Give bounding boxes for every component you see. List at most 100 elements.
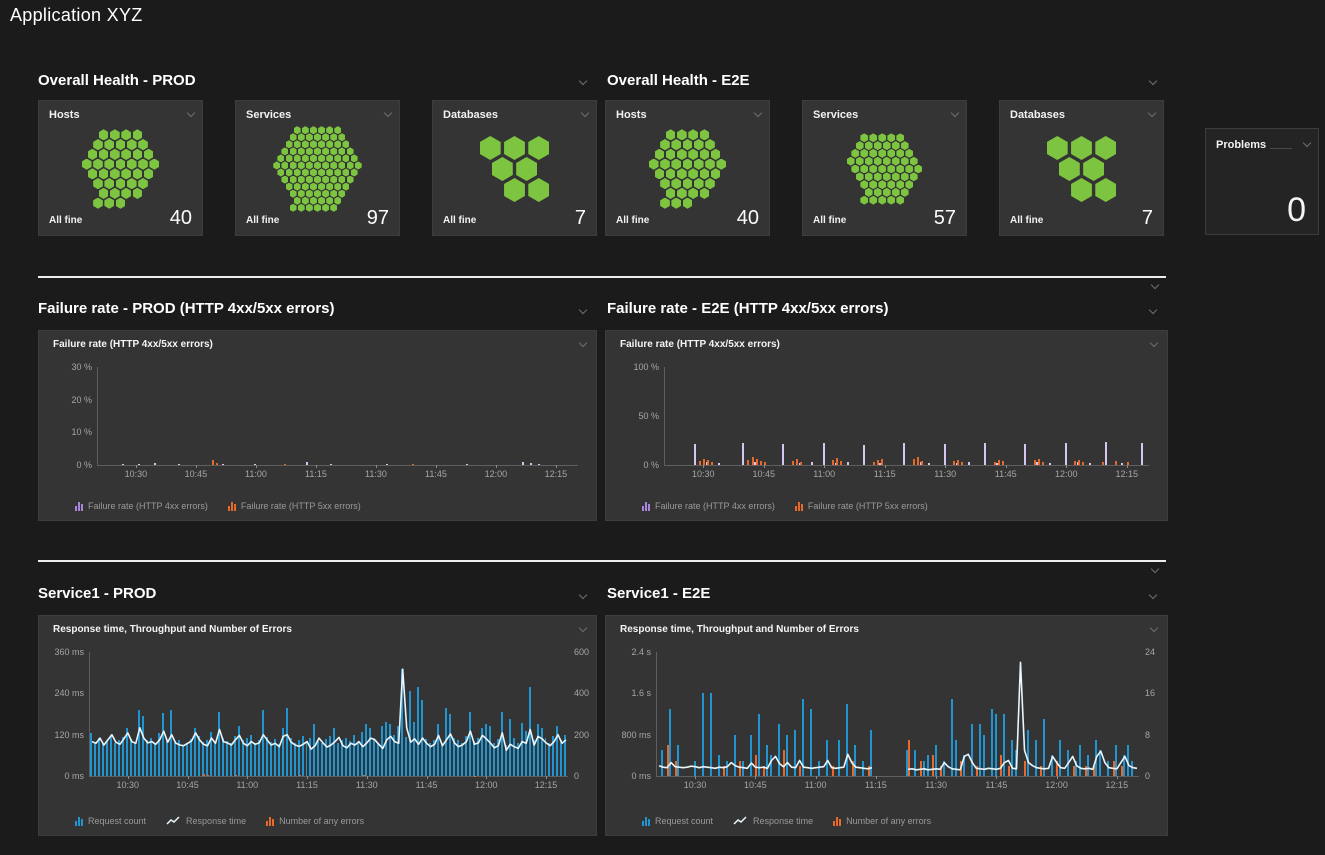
bar — [1121, 463, 1123, 465]
bar — [758, 714, 760, 776]
bar — [122, 737, 124, 776]
bar — [441, 743, 443, 776]
plot-area: 100 %50 %0 %10:3010:4511:0011:1511:3011:… — [664, 367, 1149, 466]
legend-item[interactable]: Failure rate (HTTP 4xx errors) — [75, 501, 208, 511]
health-tile-databases-prod[interactable]: Databases All fine 7 — [432, 100, 597, 236]
bar — [405, 737, 407, 776]
hexagon — [116, 139, 126, 150]
hexagon — [901, 141, 909, 150]
chevron-down-icon[interactable] — [1149, 624, 1159, 634]
bar — [1099, 750, 1101, 776]
chevron-down-icon[interactable] — [950, 109, 960, 119]
legend-item[interactable]: Request count — [75, 816, 146, 826]
hexagon — [660, 139, 670, 150]
legend-label: Request count — [655, 816, 713, 826]
bar — [960, 761, 962, 777]
chevron-down-icon[interactable] — [578, 624, 588, 634]
hexagon — [856, 172, 864, 181]
chevron-down-icon[interactable] — [186, 109, 196, 119]
bar — [317, 741, 319, 776]
hexagon — [887, 165, 895, 174]
bar — [1089, 463, 1091, 465]
legend-item[interactable]: Failure rate (HTTP 4xx errors) — [642, 501, 775, 511]
bar — [266, 737, 268, 776]
x-axis-label: 10:30 — [116, 780, 139, 790]
hexagon — [302, 168, 309, 176]
bar — [505, 745, 507, 776]
tile-status: All fine — [49, 215, 82, 226]
section-divider — [38, 276, 1166, 278]
health-tile-hosts-e2e[interactable]: Hosts All fine 40 — [605, 100, 770, 236]
hexagon — [326, 197, 333, 205]
chevron-down-icon[interactable] — [578, 339, 588, 349]
legend-label: Failure rate (HTTP 4xx errors) — [655, 501, 775, 511]
chevron-down-icon[interactable] — [1148, 591, 1158, 601]
bar — [349, 741, 351, 776]
chart-tile-failure-prod[interactable]: Failure rate (HTTP 4xx/5xx errors) 30 %2… — [38, 330, 597, 521]
chevron-down-icon[interactable] — [1150, 565, 1160, 575]
x-axis-tick — [945, 465, 946, 468]
x-axis-tick — [1006, 465, 1007, 468]
problems-tile[interactable]: Problems 0 — [1205, 128, 1319, 235]
legend-item[interactable]: Number of any errors — [266, 816, 364, 826]
bar — [971, 724, 973, 776]
hexagon — [298, 204, 305, 212]
bar — [386, 464, 388, 465]
bar — [984, 443, 986, 465]
hexagon — [905, 149, 913, 158]
chevron-down-icon[interactable] — [1148, 306, 1158, 316]
x-axis-label: 12:15 — [535, 780, 558, 790]
bar — [321, 743, 323, 776]
chevron-down-icon[interactable] — [1150, 281, 1160, 291]
bar — [734, 735, 736, 776]
legend-item[interactable]: Failure rate (HTTP 5xx errors) — [795, 501, 928, 511]
y-axis-label: 400 — [574, 688, 589, 698]
bar — [699, 461, 701, 465]
hexagon — [660, 198, 670, 209]
chart-tile-service1-prod[interactable]: Response time, Throughput and Number of … — [38, 615, 597, 836]
legend-item[interactable]: Request count — [642, 816, 713, 826]
bar — [961, 462, 963, 465]
chevron-down-icon[interactable] — [753, 109, 763, 119]
chevron-down-icon[interactable] — [578, 306, 588, 316]
chevron-down-icon[interactable] — [1147, 109, 1157, 119]
bar — [1131, 761, 1133, 777]
chart-tile-failure-e2e[interactable]: Failure rate (HTTP 4xx/5xx errors) 100 %… — [605, 330, 1168, 521]
chevron-down-icon[interactable] — [580, 109, 590, 119]
bar — [162, 713, 164, 776]
plot-area: 30 %20 %10 %0 %10:3010:4511:0011:1511:30… — [97, 367, 578, 466]
health-tile-databases-e2e[interactable]: Databases All fine 7 — [999, 100, 1164, 236]
bar — [461, 743, 463, 776]
bar — [1042, 462, 1044, 465]
y-axis-label: 20 % — [71, 395, 92, 405]
x-axis-tick — [316, 465, 317, 468]
tile-label: Databases — [1010, 109, 1065, 121]
section-title-overall-health-e2e: Overall Health - E2E — [607, 72, 750, 89]
tile-count: 40 — [737, 207, 759, 230]
bar — [186, 743, 188, 776]
chevron-down-icon[interactable] — [1148, 77, 1158, 87]
legend-item[interactable]: Response time — [166, 816, 246, 826]
chevron-down-icon[interactable] — [1149, 339, 1159, 349]
hexagon — [286, 140, 293, 148]
legend-item[interactable]: Response time — [733, 816, 813, 826]
legend-label: Number of any errors — [846, 816, 931, 826]
chevron-down-icon[interactable] — [1302, 139, 1312, 149]
tile-label: Services — [813, 109, 858, 121]
hexagon — [901, 172, 909, 181]
health-tile-hosts-prod[interactable]: Hosts All fine 40 — [38, 100, 203, 236]
hexagon — [694, 178, 704, 189]
chevron-down-icon[interactable] — [383, 109, 393, 119]
legend-item[interactable]: Failure rate (HTTP 5xx errors) — [228, 501, 361, 511]
chevron-down-icon[interactable] — [578, 591, 588, 601]
x-axis-tick — [885, 465, 886, 468]
chevron-down-icon[interactable] — [578, 77, 588, 87]
hexagon — [883, 172, 891, 181]
bar — [182, 745, 184, 776]
chart-tile-service1-e2e[interactable]: Response time, Throughput and Number of … — [605, 615, 1168, 836]
health-tile-services-prod[interactable]: Services All fine 97 — [235, 100, 400, 236]
health-tile-services-e2e[interactable]: Services All fine 57 — [802, 100, 967, 236]
legend-item[interactable]: Number of any errors — [833, 816, 931, 826]
y-axis-label: 100 % — [633, 362, 659, 372]
hexagon — [705, 139, 715, 150]
